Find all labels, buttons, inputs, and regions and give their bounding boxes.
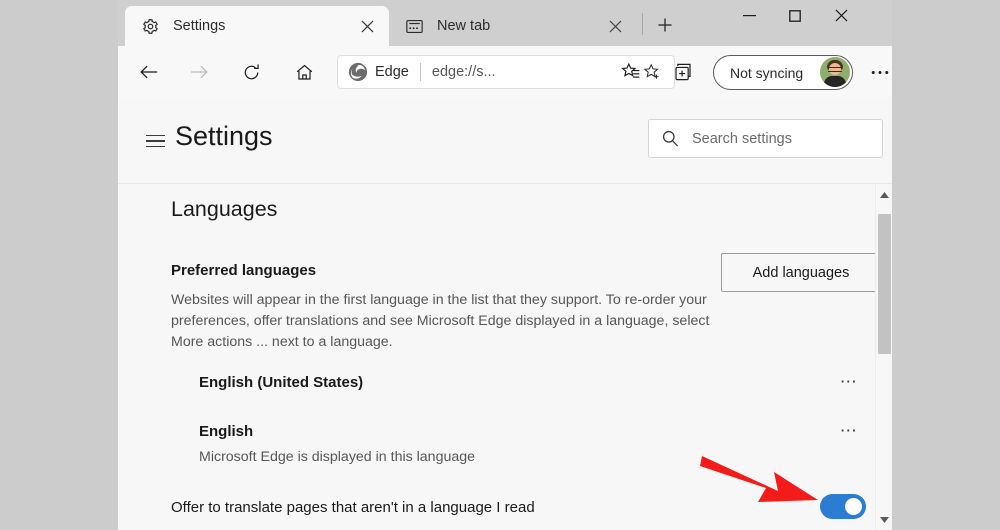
- tab-settings[interactable]: Settings: [125, 6, 389, 46]
- scrollbar-up-arrow[interactable]: [876, 186, 892, 203]
- back-button[interactable]: [131, 54, 167, 90]
- page-title: Settings: [175, 121, 273, 151]
- collections-icon[interactable]: [667, 55, 701, 89]
- home-button[interactable]: [286, 54, 322, 90]
- hamburger-icon[interactable]: [137, 123, 173, 159]
- favorites-icon[interactable]: [614, 55, 648, 89]
- section-title: Languages: [171, 197, 278, 221]
- language-more-actions-icon[interactable]: ⋯: [833, 415, 865, 447]
- translate-setting-row: Offer to translate pages that aren't in …: [171, 494, 881, 530]
- new-tab-button[interactable]: [651, 12, 679, 38]
- language-sublabel: Microsoft Edge is displayed in this lang…: [199, 449, 476, 465]
- omnibox-badge-label: Edge: [375, 64, 409, 80]
- scrollbar-thumb[interactable]: [878, 214, 891, 354]
- newspaper-icon: [405, 17, 423, 35]
- omnibox-url-text[interactable]: edge://s...: [432, 64, 639, 80]
- translate-toggle[interactable]: [820, 494, 866, 519]
- profile-sync-label: Not syncing: [730, 64, 804, 81]
- window-minimize-button[interactable]: [726, 0, 772, 31]
- edge-logo-icon: [348, 62, 368, 82]
- browser-window: Settings New tab Edge edge://s... Not sy…: [118, 0, 892, 530]
- profile-sync-button[interactable]: Not syncing: [713, 55, 853, 90]
- search-settings-box[interactable]: [648, 119, 883, 158]
- avatar: [820, 57, 850, 87]
- tab-close-icon[interactable]: [602, 13, 628, 39]
- tab-title: New tab: [437, 18, 491, 34]
- search-input[interactable]: [692, 130, 862, 147]
- language-name: English: [199, 423, 254, 440]
- tab-strip: Settings New tab: [118, 0, 892, 46]
- translate-setting-label: Offer to translate pages that aren't in …: [171, 499, 535, 516]
- settings-header: Settings: [118, 99, 892, 184]
- window-close-button[interactable]: [818, 0, 864, 31]
- tab-divider: [642, 13, 643, 35]
- search-icon: [661, 129, 681, 149]
- tab-title: Settings: [173, 18, 226, 34]
- forward-button[interactable]: [181, 54, 217, 90]
- tab-new-tab[interactable]: New tab: [389, 6, 637, 46]
- add-languages-button[interactable]: Add languages: [721, 253, 881, 292]
- omnibox-separator: [419, 63, 421, 81]
- subsection-title: Preferred languages: [171, 262, 317, 279]
- browser-more-menu-icon[interactable]: [863, 55, 892, 89]
- toggle-knob: [845, 498, 862, 515]
- language-more-actions-icon[interactable]: ⋯: [833, 366, 865, 398]
- subsection-description: Websites will appear in the first langua…: [171, 292, 710, 350]
- gear-icon: [141, 17, 159, 35]
- content-scrollbar[interactable]: [875, 184, 892, 530]
- refresh-button[interactable]: [233, 54, 269, 90]
- tab-close-icon[interactable]: [354, 13, 380, 39]
- scrollbar-down-arrow[interactable]: [876, 511, 892, 528]
- settings-content-pane: Languages Preferred languages Websites w…: [118, 184, 892, 530]
- language-name: English (United States): [199, 374, 364, 391]
- navigation-toolbar: Edge edge://s... Not syncing: [118, 46, 892, 100]
- window-maximize-button[interactable]: [772, 0, 818, 31]
